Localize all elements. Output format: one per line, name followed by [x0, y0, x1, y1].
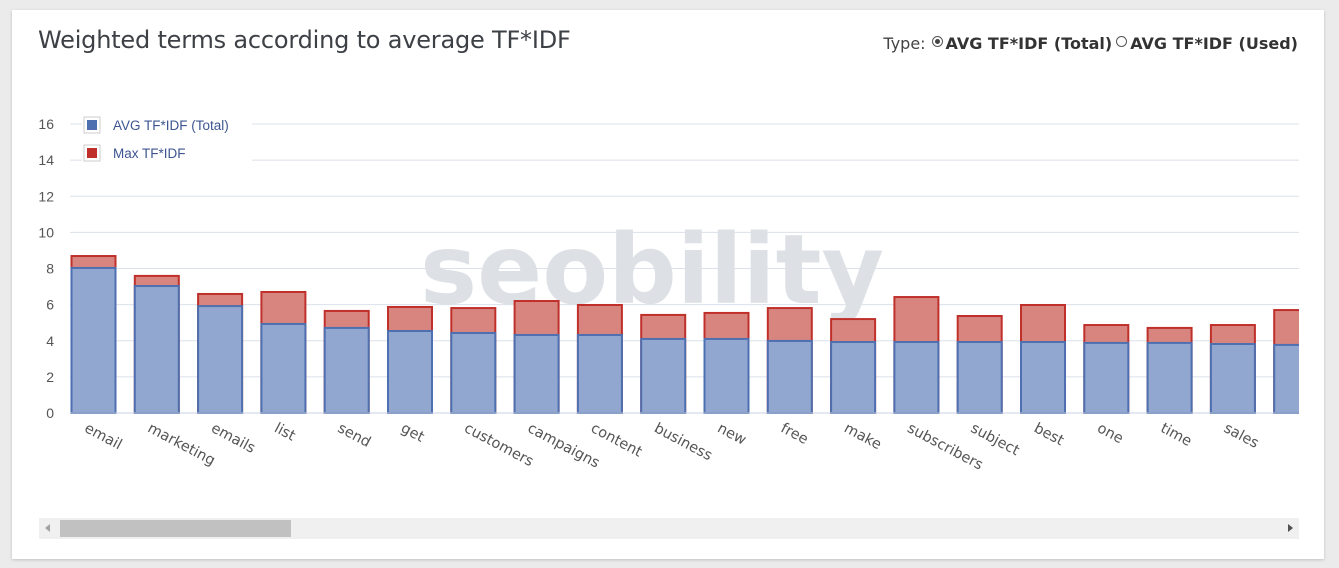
- y-tick-label: 0: [46, 405, 54, 421]
- x-tick-label: time: [1158, 420, 1195, 450]
- scroll-left-arrow-icon[interactable]: [45, 524, 50, 532]
- bar-avg-tfidf[interactable]: [956, 341, 1003, 414]
- y-tick-label: 12: [38, 188, 54, 204]
- bar-avg-tfidf[interactable]: [893, 341, 940, 414]
- bar-avg-tfidf[interactable]: [387, 329, 433, 414]
- legend-avg-label[interactable]: AVG TF*IDF (Total): [113, 118, 229, 133]
- bar-avg-tfidf[interactable]: [513, 333, 560, 414]
- y-tick-label: 6: [46, 297, 54, 313]
- legend-avg-swatch: [87, 120, 97, 130]
- scrollbar-thumb[interactable]: [60, 520, 292, 537]
- y-tick-label: 10: [38, 224, 54, 240]
- y-tick-label: 4: [46, 333, 54, 349]
- x-tick-label: list: [272, 420, 299, 444]
- x-tick-label: emails: [208, 420, 257, 456]
- bar-avg-tfidf[interactable]: [830, 341, 877, 414]
- bar-avg-tfidf[interactable]: [1146, 341, 1193, 415]
- bar-avg-tfidf[interactable]: [1020, 341, 1066, 414]
- y-tick-label: 8: [46, 261, 54, 277]
- bar-avg-tfidf[interactable]: [766, 339, 813, 415]
- scroll-right-arrow-icon[interactable]: [1288, 524, 1293, 532]
- y-tick-label: 14: [38, 152, 54, 168]
- bar-avg-tfidf[interactable]: [70, 266, 117, 414]
- x-tick-label: best: [1031, 420, 1066, 449]
- bar-avg-tfidf[interactable]: [1083, 341, 1130, 415]
- bar-avg-tfidf[interactable]: [260, 322, 307, 414]
- x-tick-label: send: [335, 420, 373, 450]
- bar-avg-tfidf[interactable]: [197, 305, 244, 415]
- x-axis-labels: email marketingemails list send get customers…: [82, 420, 1262, 473]
- bar-avg-tfidf[interactable]: [323, 326, 370, 414]
- x-tick-label: sales: [1221, 420, 1261, 451]
- x-tick-label: marketing: [145, 420, 218, 469]
- legend-max-swatch: [87, 148, 97, 158]
- x-tick-label: one: [1094, 420, 1125, 447]
- x-tick-label: new: [715, 420, 749, 448]
- bar-avg-tfidf[interactable]: [450, 331, 497, 414]
- x-tick-label: customers: [461, 420, 535, 470]
- x-tick-label: email: [82, 420, 125, 453]
- bar-chart: seobility 0246810121416 email marketingem…: [38, 112, 1318, 474]
- y-tick-label: 16: [38, 116, 54, 132]
- x-tick-label: get: [398, 420, 427, 445]
- x-tick-label: make: [841, 420, 884, 453]
- bar-avg-tfidf[interactable]: [640, 337, 687, 415]
- horizontal-scrollbar[interactable]: [39, 518, 1299, 539]
- bar-avg-tfidf[interactable]: [1209, 343, 1256, 414]
- bar-avg-tfidf[interactable]: [1273, 343, 1318, 415]
- y-axis-ticks: 0 2 4 6 8 10 12 14 16: [38, 116, 54, 421]
- legend: AVG TF*IDF (Total) Max TF*IDF: [82, 112, 252, 167]
- bar-avg-tfidf[interactable]: [703, 337, 750, 415]
- x-tick-label: free: [778, 420, 811, 448]
- bar-avg-tfidf[interactable]: [576, 333, 623, 414]
- legend-max-label[interactable]: Max TF*IDF: [113, 146, 186, 161]
- y-tick-label: 2: [46, 369, 54, 385]
- x-tick-label: business: [651, 420, 714, 464]
- bar-avg-tfidf[interactable]: [133, 285, 180, 415]
- chart-card: Weighted terms according to average TF*I…: [12, 10, 1324, 559]
